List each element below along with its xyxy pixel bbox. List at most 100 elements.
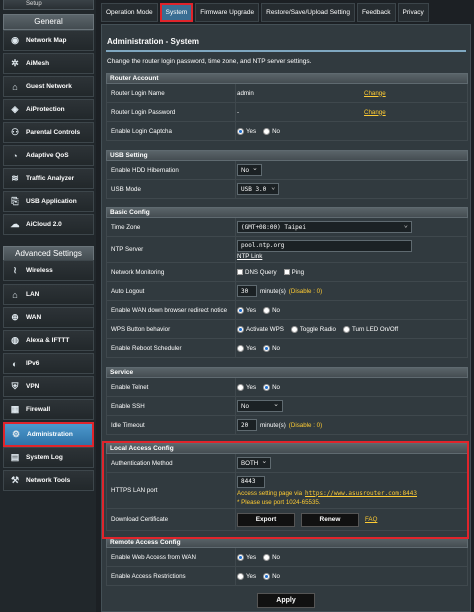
row-label: Authentication Method — [111, 459, 173, 467]
hdd-hibernation-select[interactable]: No — [237, 164, 262, 176]
row-wps-behavior: WPS Button behavior Activate WPS Toggle … — [106, 320, 468, 339]
dns-query-checkbox[interactable]: DNS Query — [237, 269, 277, 276]
auto-logout-unit: minute(s) — [260, 287, 286, 295]
access-setting-text: Access setting page via — [237, 489, 303, 497]
ntp-link[interactable]: NTP Link — [237, 253, 262, 260]
idle-timeout-input[interactable]: 20 — [237, 419, 257, 431]
wps-activate-radio[interactable]: Activate WPS — [237, 325, 284, 333]
ssh-select[interactable]: No — [237, 400, 283, 412]
time-zone-select[interactable]: (GMT+08:00) Taipei — [237, 221, 412, 233]
sidebar-item-aimesh[interactable]: ✲ AiMesh — [3, 53, 94, 74]
telnet-no-radio[interactable]: No — [263, 383, 280, 391]
lan-icon: ⌂ — [12, 289, 18, 300]
ntp-server-input[interactable]: pool.ntp.org — [237, 239, 412, 252]
sidebar-item-ipv6[interactable]: ◐ IPv6 — [3, 353, 94, 374]
sidebar-item-administration[interactable]: ⚙ Administration — [3, 422, 94, 447]
sidebar-item-usb-application[interactable]: ⎘ USB Application — [3, 191, 94, 212]
restrictions-yes-radio[interactable]: Yes — [237, 572, 256, 580]
firewall-icon: ▦ — [10, 404, 20, 414]
sidebar-item-traffic-analyzer[interactable]: ≋ Traffic Analyzer — [3, 168, 94, 189]
section-basic-config: Basic Config Time Zone (GMT+08:00) Taipe… — [106, 207, 468, 358]
usb-mode-select[interactable]: USB 3.0 — [237, 183, 280, 195]
login-name-value: admin — [237, 89, 254, 97]
wps-toggle-radio-radio[interactable]: Toggle Radio — [290, 325, 336, 333]
wan-redirect-no-radio[interactable]: No — [263, 306, 280, 314]
row-idle-timeout: Idle Timeout 20 minute(s) (Disable : 0) — [106, 416, 468, 435]
sidebar-item-wan[interactable]: ⊕ WAN — [3, 307, 94, 328]
row-label: Enable WAN down browser redirect notice — [111, 306, 228, 314]
captcha-yes-radio[interactable]: Yes — [237, 127, 256, 135]
https-port-input[interactable]: 8443 — [237, 475, 265, 488]
tab-operation-mode[interactable]: Operation Mode — [101, 3, 158, 22]
row-label: Router Login Name — [111, 89, 165, 97]
sidebar-item-firewall[interactable]: ▦ Firewall — [3, 399, 94, 420]
aimesh-icon: ✲ — [11, 58, 19, 68]
sidebar-item-setup[interactable]: Setup — [3, 0, 94, 10]
tab-system[interactable]: System — [159, 3, 194, 22]
telnet-yes-radio[interactable]: Yes — [237, 383, 256, 391]
row-label: Download Certificate — [111, 516, 169, 523]
sidebar-item-network-tools[interactable]: ⚒ Network Tools — [3, 470, 94, 491]
web-access-no-radio[interactable]: No — [263, 553, 280, 561]
tab-privacy[interactable]: Privacy — [397, 3, 429, 22]
sidebar-item-system-log[interactable]: ▤ System Log — [3, 447, 94, 468]
restrictions-no-radio[interactable]: No — [263, 572, 280, 580]
row-network-monitoring: Network Monitoring DNS Query Ping — [106, 263, 468, 282]
web-access-yes-radio[interactable]: Yes — [237, 553, 256, 561]
row-router-login-password: Router Login Password - Change — [106, 103, 468, 122]
sidebar-item-adaptive-qos[interactable]: ◔ Adaptive QoS — [3, 145, 94, 166]
renew-button[interactable]: Renew — [301, 512, 359, 527]
tab-bar: Operation Mode System Firmware Upgrade R… — [101, 3, 429, 22]
tab-feedback[interactable]: Feedback — [356, 3, 396, 22]
reboot-yes-radio[interactable]: Yes — [237, 344, 256, 352]
row-label: Enable HDD Hibernation — [111, 166, 179, 174]
sidebar-item-network-map[interactable]: ◉ Network Map — [3, 30, 94, 51]
wps-led-radio[interactable]: Turn LED On/Off — [342, 325, 398, 333]
sidebar-item-aiprotection[interactable]: ◈ AiProtection — [3, 99, 94, 120]
sidebar-item-lan[interactable]: ⌂ LAN — [3, 284, 94, 305]
section-header: USB Setting — [106, 150, 468, 161]
network-tools-icon: ⚒ — [10, 475, 20, 485]
row-hdd-hibernation: Enable HDD Hibernation No — [106, 161, 468, 180]
section-header: Basic Config — [106, 207, 468, 218]
tab-firmware-upgrade[interactable]: Firmware Upgrade — [195, 3, 260, 22]
sidebar: Setup General ◉ Network Map ✲ AiMesh ⌂ Gues… — [0, 0, 96, 612]
row-download-certificate: Download Certificate Export Renew FAQ — [106, 509, 468, 531]
row-label: Auto Logout — [111, 287, 145, 295]
faq-link[interactable]: FAQ — [365, 516, 377, 523]
sidebar-item-wireless[interactable]: ≀ Wireless — [3, 260, 94, 281]
auth-method-select[interactable]: BOTH — [237, 457, 272, 469]
row-label: USB Mode — [111, 185, 141, 193]
change-login-password-link[interactable]: Change — [364, 109, 386, 116]
access-url-link[interactable]: https://www.asusrouter.com:8443 — [305, 490, 417, 497]
sidebar-item-aicloud[interactable]: ☁ AiCloud 2.0 — [3, 214, 94, 235]
export-button[interactable]: Export — [237, 512, 295, 527]
ping-checkbox[interactable]: Ping — [283, 269, 304, 276]
row-access-restrictions: Enable Access Restrictions Yes No — [106, 567, 468, 586]
wan-redirect-yes-radio[interactable]: Yes — [237, 306, 256, 314]
auto-logout-input[interactable]: 30 — [237, 285, 257, 297]
captcha-no-radio[interactable]: No — [263, 127, 280, 135]
row-enable-login-captcha: Enable Login Captcha Yes No — [106, 122, 468, 141]
apply-button[interactable]: Apply — [257, 593, 315, 608]
vpn-icon: ⛨ — [11, 381, 19, 391]
row-reboot-scheduler: Enable Reboot Scheduler Yes No — [106, 339, 468, 358]
section-router-account: Router Account Router Login Name admin Ch… — [106, 73, 468, 141]
section-header: Remote Access Config — [106, 537, 468, 548]
change-login-name-link[interactable]: Change — [364, 90, 386, 97]
tab-restore-save-upload[interactable]: Restore/Save/Upload Setting — [261, 3, 355, 22]
sidebar-item-label: Wireless — [26, 267, 53, 274]
sidebar-item-guest-network[interactable]: ⌂ Guest Network — [3, 76, 94, 97]
wireless-icon: ≀ — [13, 265, 17, 275]
alexa-icon: ◍ — [11, 335, 19, 345]
row-label: Enable Reboot Scheduler — [111, 344, 182, 352]
sidebar-item-alexa[interactable]: ◍ Alexa & IFTTT — [3, 330, 94, 351]
sidebar-item-vpn[interactable]: ⛨ VPN — [3, 376, 94, 397]
section-usb-setting: USB Setting Enable HDD Hibernation No US… — [106, 150, 468, 199]
sidebar-item-label: Firewall — [26, 406, 51, 413]
sidebar-item-parental-controls[interactable]: ⚇ Parental Controls — [3, 122, 94, 143]
row-label: NTP Server — [111, 246, 144, 253]
reboot-no-radio[interactable]: No — [263, 344, 280, 352]
login-password-value: - — [237, 108, 240, 116]
adaptive-qos-icon: ◔ — [12, 150, 18, 161]
